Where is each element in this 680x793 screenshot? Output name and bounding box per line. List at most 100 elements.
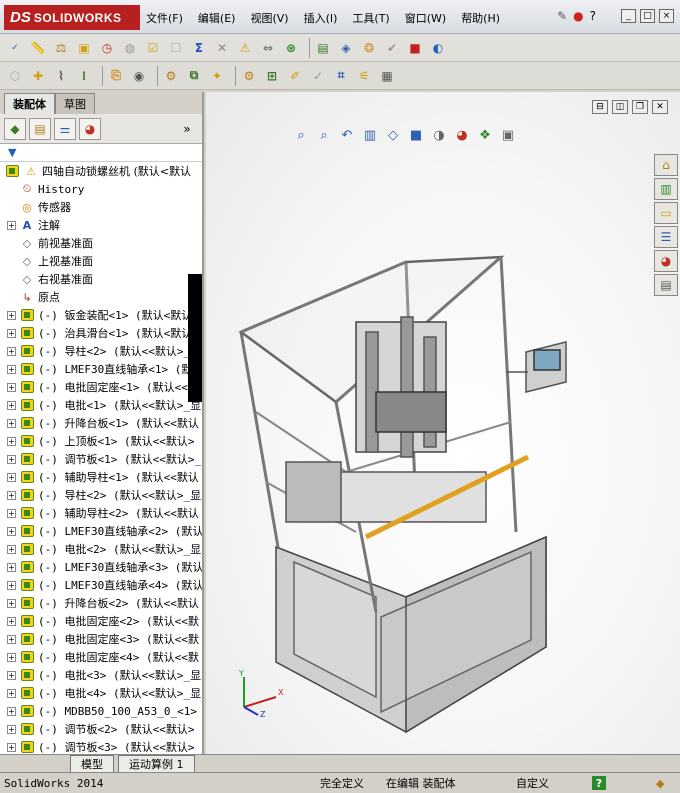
- expand-icon[interactable]: +: [7, 418, 16, 428]
- tab-model[interactable]: 模型: [70, 754, 114, 773]
- help-icon[interactable]: ?: [590, 9, 596, 23]
- expand-icon[interactable]: +: [7, 400, 16, 410]
- interference-icon[interactable]: ✕: [213, 39, 231, 57]
- expand-icon[interactable]: +: [7, 454, 16, 464]
- tree-item-component[interactable]: + (-) 电批固定座<2> (默认<<默: [0, 612, 202, 630]
- expand-icon[interactable]: +: [7, 616, 16, 626]
- filter-icon[interactable]: ▼: [8, 146, 16, 159]
- expand-icon[interactable]: +: [7, 310, 16, 320]
- warning-icon[interactable]: ⚠: [236, 39, 254, 57]
- expand-icon[interactable]: +: [7, 688, 16, 698]
- graphics-area[interactable]: ⊟ ◫ ❐ ✕ ⌕ ⌕ ↶ ▥ ◇ ■ ◑ ◕ ❖ ▣ ⌂ ▥ ▭ ☰ ◕ ▤: [206, 92, 680, 754]
- expand-icon[interactable]: +: [7, 382, 16, 392]
- display-manager-icon[interactable]: ◕: [79, 117, 101, 140]
- evaluate-icon[interactable]: ☑: [144, 39, 162, 57]
- tree-item-right-plane[interactable]: ◇ 右视基准面: [0, 270, 202, 288]
- property-manager-icon[interactable]: ▤: [29, 117, 51, 140]
- insert-component-icon[interactable]: ⬡: [6, 67, 24, 85]
- expand-icon[interactable]: +: [7, 670, 16, 680]
- pattern-icon[interactable]: ⁞: [75, 67, 93, 85]
- expand-icon[interactable]: +: [7, 526, 16, 536]
- close-button[interactable]: ×: [659, 9, 674, 23]
- tree-item-component[interactable]: + (-) 电批固定座<4> (默认<<默: [0, 648, 202, 666]
- solidworks-logo[interactable]: DS SOLIDWORKS: [4, 5, 140, 30]
- machine-model[interactable]: [206, 92, 680, 754]
- tree-item-component[interactable]: + (-) 钣金装配<1> (默认<默认_: [0, 306, 202, 324]
- expand-icon[interactable]: +: [7, 220, 16, 230]
- show-hidden-icon[interactable]: ◉: [130, 67, 148, 85]
- expand-icon[interactable]: +: [7, 472, 16, 482]
- tree-item-annotations[interactable]: + A 注解: [0, 216, 202, 234]
- hole-align-icon[interactable]: ⊛: [282, 39, 300, 57]
- clearance-icon[interactable]: ⇔: [259, 39, 277, 57]
- tree-item-history[interactable]: ⏲ History: [0, 180, 202, 198]
- assembly-features-icon[interactable]: ⚙: [162, 67, 180, 85]
- traffic-light-icon[interactable]: ●: [573, 9, 583, 23]
- tree-item-component[interactable]: + (-) 升降台板<1> (默认<<默认: [0, 414, 202, 432]
- menu-view[interactable]: 视图(V): [250, 10, 288, 26]
- statistics-icon[interactable]: ◷: [98, 39, 116, 57]
- tree-item-component[interactable]: + (-) 治具滑台<1> (默认<默认_: [0, 324, 202, 342]
- explode-line-icon[interactable]: ✐: [286, 67, 304, 85]
- expand-icon[interactable]: +: [7, 490, 16, 500]
- expand-icon[interactable]: +: [7, 706, 16, 716]
- section-icon[interactable]: ▣: [75, 39, 93, 57]
- new-part-icon[interactable]: ✚: [29, 67, 47, 85]
- compare-icon[interactable]: ▤: [314, 39, 332, 57]
- tree-item-component[interactable]: + (-) 辅助导柱<2> (默认<<默认: [0, 504, 202, 522]
- expand-icon[interactable]: +: [7, 598, 16, 608]
- expand-icon[interactable]: +: [7, 328, 16, 338]
- reference-geometry-icon[interactable]: ⧉: [185, 67, 203, 85]
- tree-item-component[interactable]: + (-) 导柱<2> (默认<<默认>_显: [0, 486, 202, 504]
- move-component-icon[interactable]: ⎘: [107, 67, 125, 85]
- expand-icon[interactable]: +: [7, 436, 16, 446]
- snapshot-icon[interactable]: ▦: [378, 67, 396, 85]
- tree-item-component[interactable]: + (-) 电批固定座<1> (默认<<默: [0, 378, 202, 396]
- tree-item-component[interactable]: + (-) 导柱<2> (默认<<默认>_显: [0, 342, 202, 360]
- menu-window[interactable]: 窗口(W): [405, 10, 446, 26]
- minimize-button[interactable]: _: [621, 9, 636, 23]
- expand-icon[interactable]: +: [7, 580, 16, 590]
- gear-check-icon[interactable]: ✔: [383, 39, 401, 57]
- tab-motion-study[interactable]: 运动算例 1: [118, 754, 195, 773]
- instant3d-icon[interactable]: ✓: [309, 67, 327, 85]
- expand-icon[interactable]: +: [7, 364, 16, 374]
- tree-item-component[interactable]: + (-) LMEF30直线轴承<3> (默认: [0, 558, 202, 576]
- menu-edit[interactable]: 编辑(E): [198, 10, 236, 26]
- tree-item-component[interactable]: + (-) MDBB50_100_A53_0_<1> (: [0, 702, 202, 720]
- menu-help[interactable]: 帮助(H): [461, 10, 500, 26]
- tree-item-component[interactable]: + (-) 电批固定座<3> (默认<<默: [0, 630, 202, 648]
- equations-icon[interactable]: Σ: [190, 39, 208, 57]
- pin-icon[interactable]: ✎: [557, 9, 567, 23]
- tree-item-component[interactable]: + (-) LMEF30直线轴承<1> (默认: [0, 360, 202, 378]
- bill-of-materials-icon[interactable]: ⚙: [240, 67, 258, 85]
- tree-item-sensors[interactable]: ◎ 传感器: [0, 198, 202, 216]
- tree-item-component[interactable]: + (-) 电批<2> (默认<<默认>_显: [0, 540, 202, 558]
- tree-item-component[interactable]: + (-) 电批<3> (默认<<默认>_显: [0, 666, 202, 684]
- large-assembly-icon[interactable]: ⚟: [355, 67, 373, 85]
- expand-icon[interactable]: +: [7, 562, 16, 572]
- tree-item-origin[interactable]: ↳ 原点: [0, 288, 202, 306]
- tree-item-component[interactable]: + (-) 上顶板<1> (默认<<默认>: [0, 432, 202, 450]
- tree-item-component[interactable]: + (-) 调节板<1> (默认<<默认>_: [0, 450, 202, 468]
- tree-item-component[interactable]: + (-) LMEF30直线轴承<4> (默认: [0, 576, 202, 594]
- feature-manager-icon[interactable]: ◆: [4, 117, 26, 140]
- tree-item-component[interactable]: + (-) 升降台板<2> (默认<<默认: [0, 594, 202, 612]
- menu-tools[interactable]: 工具(T): [352, 10, 389, 26]
- mass-properties-icon[interactable]: ⚖: [52, 39, 70, 57]
- expand-icon[interactable]: +: [7, 724, 16, 734]
- expand-icon[interactable]: +: [7, 508, 16, 518]
- geometry-check-icon[interactable]: ☐: [167, 39, 185, 57]
- quick-tips-icon[interactable]: ?: [592, 776, 606, 790]
- expand-icon[interactable]: +: [7, 544, 16, 554]
- check-icon[interactable]: ◍: [121, 39, 139, 57]
- tree-item-component[interactable]: + (-) LMEF30直线轴承<2> (默认: [0, 522, 202, 540]
- tree-root[interactable]: ⚠ 四轴自动锁螺丝机 (默认<默认: [0, 162, 202, 180]
- tab-sketch[interactable]: 草图: [55, 93, 95, 114]
- expand-icon[interactable]: +: [7, 652, 16, 662]
- design-study-icon[interactable]: ◈: [337, 39, 355, 57]
- appearance-icon[interactable]: ■: [406, 39, 424, 57]
- measure-icon[interactable]: 📏: [29, 39, 47, 57]
- tag-icon[interactable]: ◆: [656, 777, 664, 790]
- tab-assembly[interactable]: 装配体: [4, 93, 55, 114]
